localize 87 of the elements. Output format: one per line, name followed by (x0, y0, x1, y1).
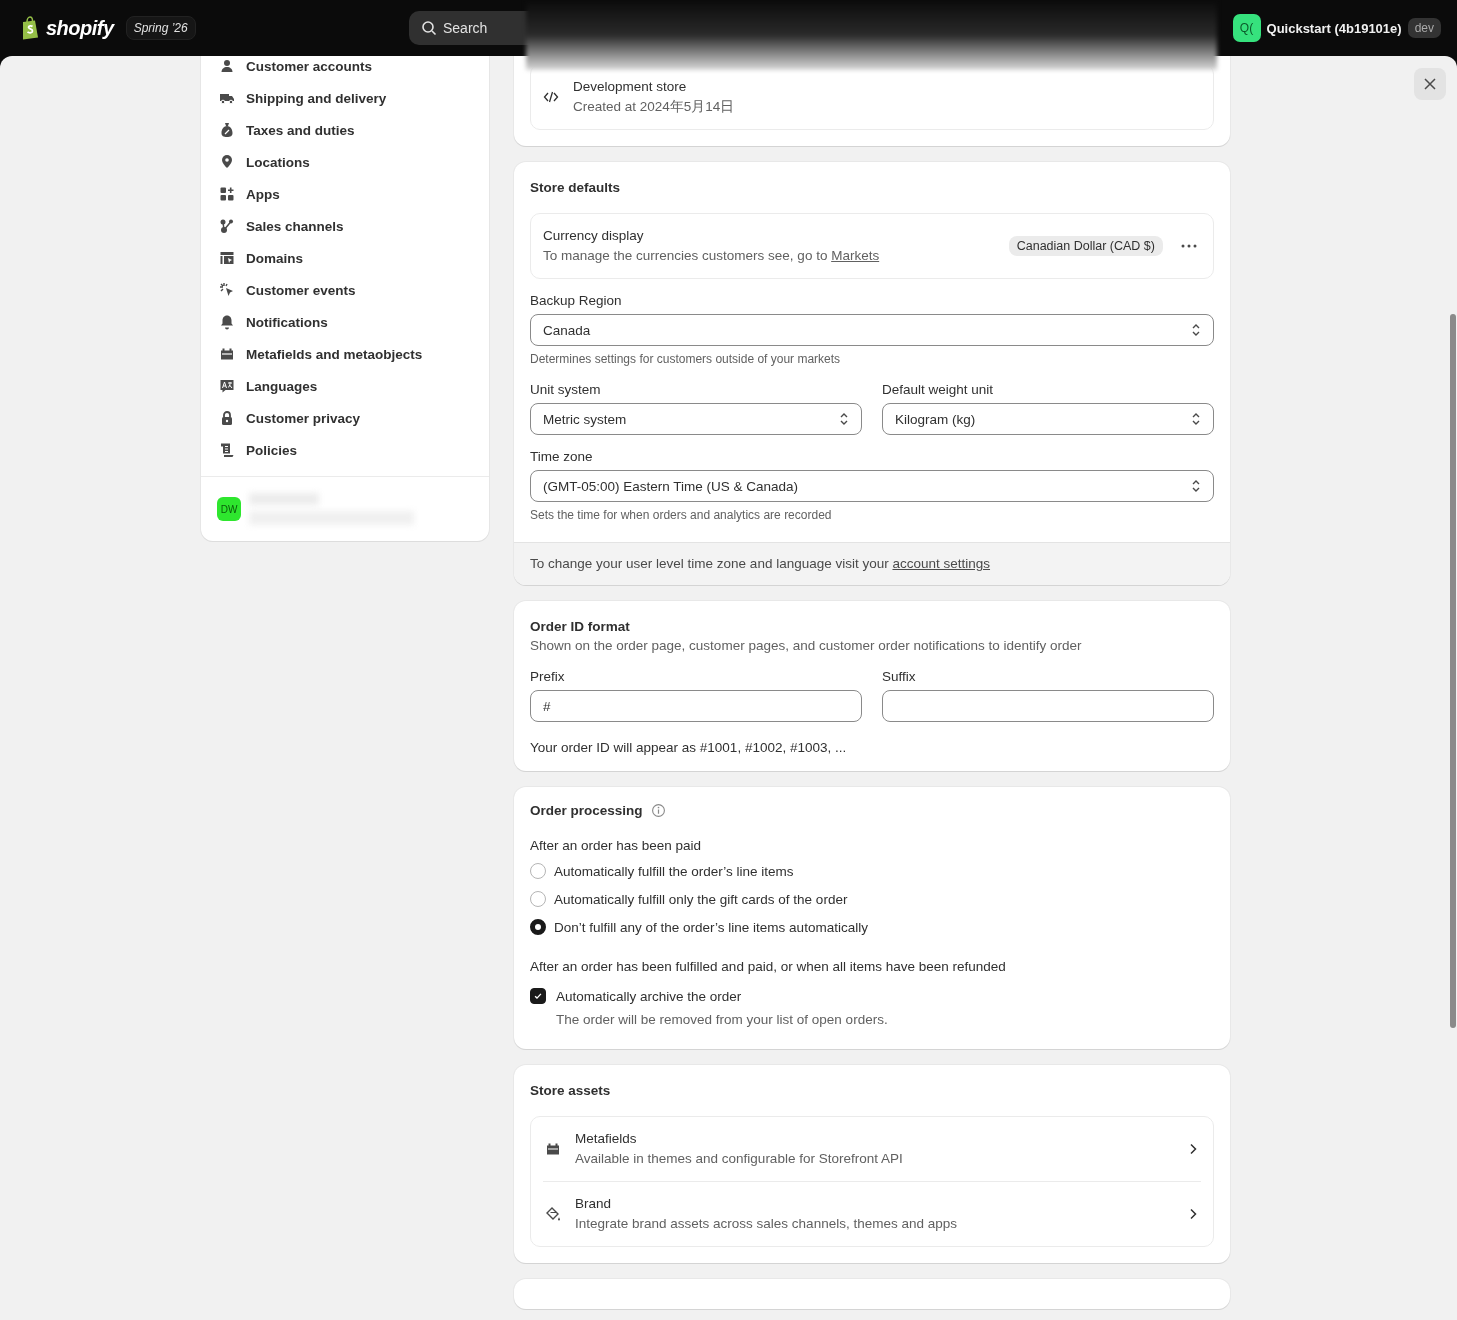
section-title: Order processing (530, 803, 643, 818)
radio-label: Automatically fulfill the order’s line items (554, 863, 794, 879)
field-label: Unit system (530, 382, 602, 397)
field-label: Default weight unit (882, 382, 995, 397)
section-title: Order ID format (530, 619, 631, 634)
lock-icon (219, 410, 235, 426)
search-icon (421, 20, 437, 36)
brand-name: shopify (46, 16, 114, 40)
sidebar-item[interactable]: Policies (217, 434, 473, 466)
apps-icon (219, 186, 235, 202)
select-field[interactable]: Metric system (530, 403, 862, 435)
sidebar-item[interactable]: Notifications (217, 306, 473, 338)
help-text: Sets the time for when orders and analytics are recorded (530, 508, 833, 522)
code-icon (543, 89, 559, 105)
store-avatar: Q( (1232, 14, 1261, 42)
sidebar-item[interactable]: Locations (217, 146, 473, 178)
section-title: Store assets (530, 1083, 612, 1098)
cursor-icon (219, 282, 235, 298)
money-bag-icon (219, 122, 235, 138)
domains-icon (219, 250, 235, 266)
sidebar-item[interactable]: Metafields and metaobjects (217, 338, 473, 370)
markets-link[interactable]: Markets (831, 248, 880, 263)
paint-bucket-icon (545, 1206, 561, 1222)
checkbox-label: Automatically archive the order (556, 988, 742, 1004)
metafields-icon (219, 346, 235, 362)
radio-label: Automatically fulfill only the gift cards of the order (554, 891, 848, 907)
chevron-right-icon (1189, 1143, 1197, 1155)
pin-icon (219, 154, 235, 170)
chevron-up-down-icon (1191, 412, 1201, 426)
channels-icon (219, 218, 235, 234)
asset-row[interactable]: Brand Integrate brand assets across sales channels, themes and apps (543, 1181, 1201, 1246)
group-label: After an order has been paid (530, 838, 703, 853)
sidebar-item[interactable]: Apps (217, 178, 473, 210)
metafields-icon (545, 1141, 561, 1157)
chevron-right-icon (1189, 1208, 1197, 1220)
select-field[interactable]: Kilogram (kg) (882, 403, 1214, 435)
chevron-up-down-icon (1191, 323, 1201, 337)
sidebar-item[interactable]: Taxes and duties (217, 114, 473, 146)
field-label: Time zone (530, 449, 594, 464)
account-settings-link[interactable]: account settings (892, 556, 991, 571)
shopping-bag-logo-icon (20, 16, 40, 40)
group-label: After an order has been fulfilled and paid, or when all items have been refunded (530, 959, 1007, 974)
close-button[interactable] (1414, 68, 1446, 100)
person-icon (219, 58, 235, 74)
more-icon (1181, 244, 1197, 248)
sidebar-item[interactable]: Customer events (217, 274, 473, 306)
select-field[interactable]: (GMT-05:00) Eastern Time (US & Canada) (530, 470, 1214, 502)
store-name[interactable]: Quickstart (4b19101e) (1266, 20, 1402, 36)
store-badge: dev (1407, 18, 1441, 38)
scroll-icon (219, 442, 235, 458)
field-label: Backup Region (530, 293, 623, 308)
section-title: Store defaults (530, 180, 622, 195)
sidebar-item[interactable]: Languages (217, 370, 473, 402)
sidebar-item[interactable]: Customer accounts (217, 56, 473, 82)
field-label: Suffix (882, 669, 917, 684)
chevron-up-down-icon (1191, 479, 1201, 493)
sidebar-item[interactable]: Customer privacy (217, 402, 473, 434)
close-icon (1424, 78, 1436, 90)
user-avatar: DW (217, 497, 241, 521)
footer-note: To change your user level time zone and language visit your account settings (530, 556, 992, 571)
info-icon[interactable] (650, 803, 666, 818)
suffix-input[interactable] (882, 690, 1214, 722)
checkmark-icon (533, 991, 543, 1001)
sidebar-item[interactable]: Domains (217, 242, 473, 274)
currency-badge: Canadian Dollar (CAD $) (1008, 236, 1163, 256)
sidebar-item[interactable]: Shipping and delivery (217, 82, 473, 114)
checkbox[interactable] (530, 988, 546, 1004)
created-date: Created at 2024年5月14日 (573, 98, 735, 116)
currency-description: To manage the currencies customers see, go to Markets (543, 247, 881, 265)
scrollbar[interactable] (1450, 314, 1456, 1028)
select-field[interactable]: Canada (530, 314, 1214, 346)
section-description: Shown on the order page, customer pages, and customer order notifications to identify order (530, 638, 1083, 653)
help-text: The order will be removed from your list of open orders. (556, 1012, 889, 1027)
chevron-up-down-icon (839, 412, 849, 426)
radio-label: Don’t fulfill any of the order’s line items automatically (554, 919, 868, 935)
edition-badge: Spring ’26 (125, 16, 196, 40)
asset-row[interactable]: Metafields Available in themes and configurable for Storefront API (543, 1117, 1201, 1181)
sidebar-item[interactable]: Sales channels (217, 210, 473, 242)
help-text: Determines settings for customers outside of your markets (530, 352, 842, 366)
field-label: Prefix (530, 669, 566, 684)
order-id-preview: Your order ID will appear as #1001, #1002, #1003, ... (530, 740, 848, 755)
currency-title: Currency display (543, 227, 645, 245)
store-type: Development store (573, 78, 688, 96)
translate-icon (219, 378, 235, 394)
radio-button[interactable] (530, 919, 546, 935)
prefix-input[interactable]: # (530, 690, 862, 722)
bell-icon (219, 314, 235, 330)
